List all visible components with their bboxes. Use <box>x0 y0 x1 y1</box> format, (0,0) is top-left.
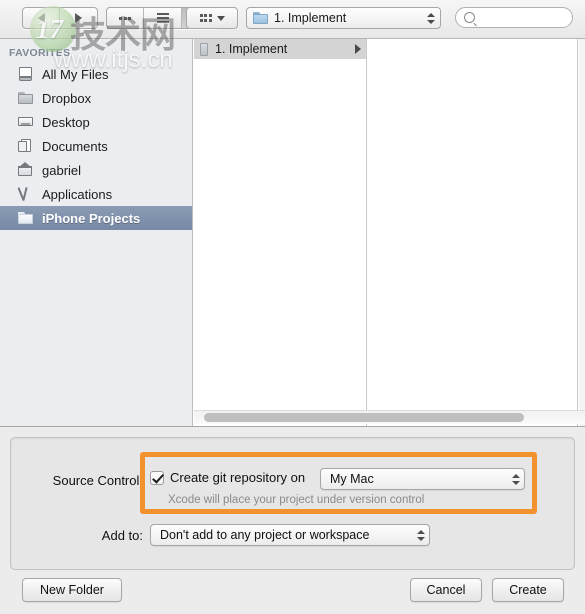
sidebar-item-iphone-projects[interactable]: iPhone Projects <box>0 206 192 230</box>
chevron-right-icon <box>355 44 361 54</box>
sidebar-item-desktop[interactable]: Desktop <box>0 110 192 134</box>
sidebar-item-label: Dropbox <box>42 90 92 106</box>
horizontal-scrollbar-thumb[interactable] <box>204 413 524 422</box>
sidebar-item-label: gabriel <box>42 162 82 178</box>
sidebar-item-label: Documents <box>42 138 108 154</box>
list-view-button[interactable] <box>144 8 182 28</box>
add-to-label: Add to: <box>101 528 143 543</box>
popup-stepper-icon <box>415 526 426 544</box>
sidebar-item-applications[interactable]: Applications <box>0 182 192 206</box>
browser-item-label: 1. Implement <box>215 42 288 56</box>
icon-view-icon <box>119 16 132 20</box>
desktop-icon <box>17 114 34 130</box>
browser-item-implement[interactable]: 1. Implement <box>194 39 366 59</box>
list-view-icon <box>156 13 169 23</box>
create-button[interactable]: Create <box>492 578 564 602</box>
popup-stepper-icon <box>510 470 521 488</box>
save-panel-dialog: 1. Implement FAVORITES All My Files Drop… <box>0 0 585 614</box>
back-arrow-icon <box>37 13 45 23</box>
search-icon <box>464 12 475 23</box>
forward-arrow-icon <box>75 13 82 23</box>
cancel-button[interactable]: Cancel <box>410 578 482 602</box>
source-control-hint: Xcode will place your project under vers… <box>168 494 425 506</box>
search-field[interactable] <box>455 7 573 28</box>
add-to-value: Don't add to any project or workspace <box>160 528 370 542</box>
navigation-segmented-control[interactable] <box>22 7 98 29</box>
sidebar-item-label: Desktop <box>42 114 90 130</box>
sidebar-item-dropbox[interactable]: Dropbox <box>0 86 192 110</box>
folder-icon <box>253 12 268 24</box>
browser-column-2[interactable] <box>368 39 578 427</box>
file-browser: FAVORITES All My Files Dropbox Desktop D… <box>0 39 585 427</box>
search-input[interactable] <box>480 11 570 24</box>
checkbox-checked-icon[interactable] <box>150 470 164 485</box>
sidebar-item-label: Applications <box>42 186 113 202</box>
toolbar: 1. Implement <box>0 0 585 39</box>
arrange-by-button[interactable] <box>186 7 238 29</box>
chevron-down-icon <box>216 15 225 21</box>
source-control-label: Source Control: <box>52 473 143 488</box>
browser-column-1[interactable]: 1. Implement <box>194 39 367 427</box>
folder-icon <box>17 90 34 106</box>
sidebar-item-label: All My Files <box>42 66 109 82</box>
add-to-popup-button[interactable]: Don't add to any project or workspace <box>150 524 430 546</box>
browser-column-gutter <box>579 39 585 427</box>
git-location-popup-button[interactable]: My Mac <box>320 468 525 490</box>
git-location-value: My Mac <box>330 472 374 486</box>
sidebar-item-all-my-files[interactable]: All My Files <box>0 62 192 86</box>
home-icon <box>17 162 34 178</box>
location-popup-stepper-icon <box>425 9 436 27</box>
applications-icon <box>17 186 34 202</box>
back-button[interactable] <box>23 8 61 28</box>
folder-icon <box>200 42 208 56</box>
sidebar: FAVORITES All My Files Dropbox Desktop D… <box>0 39 193 427</box>
create-git-repository-label: Create git repository on <box>170 470 306 485</box>
icon-view-button[interactable] <box>107 8 145 28</box>
sidebar-item-documents[interactable]: Documents <box>0 134 192 158</box>
new-folder-button[interactable]: New Folder <box>22 578 122 602</box>
location-popup-label: 1. Implement <box>274 11 347 25</box>
arrange-grid-icon <box>199 14 212 22</box>
create-git-repository-checkbox[interactable]: Create git repository on <box>150 470 305 485</box>
location-popup-button[interactable]: 1. Implement <box>246 7 441 29</box>
documents-icon <box>17 138 34 154</box>
sidebar-item-label: iPhone Projects <box>42 210 141 226</box>
sidebar-section-favorites: FAVORITES <box>9 47 71 59</box>
forward-button[interactable] <box>60 8 97 28</box>
folder-icon <box>17 210 34 226</box>
sidebar-item-gabriel[interactable]: gabriel <box>0 158 192 182</box>
all-my-files-icon <box>17 66 34 82</box>
